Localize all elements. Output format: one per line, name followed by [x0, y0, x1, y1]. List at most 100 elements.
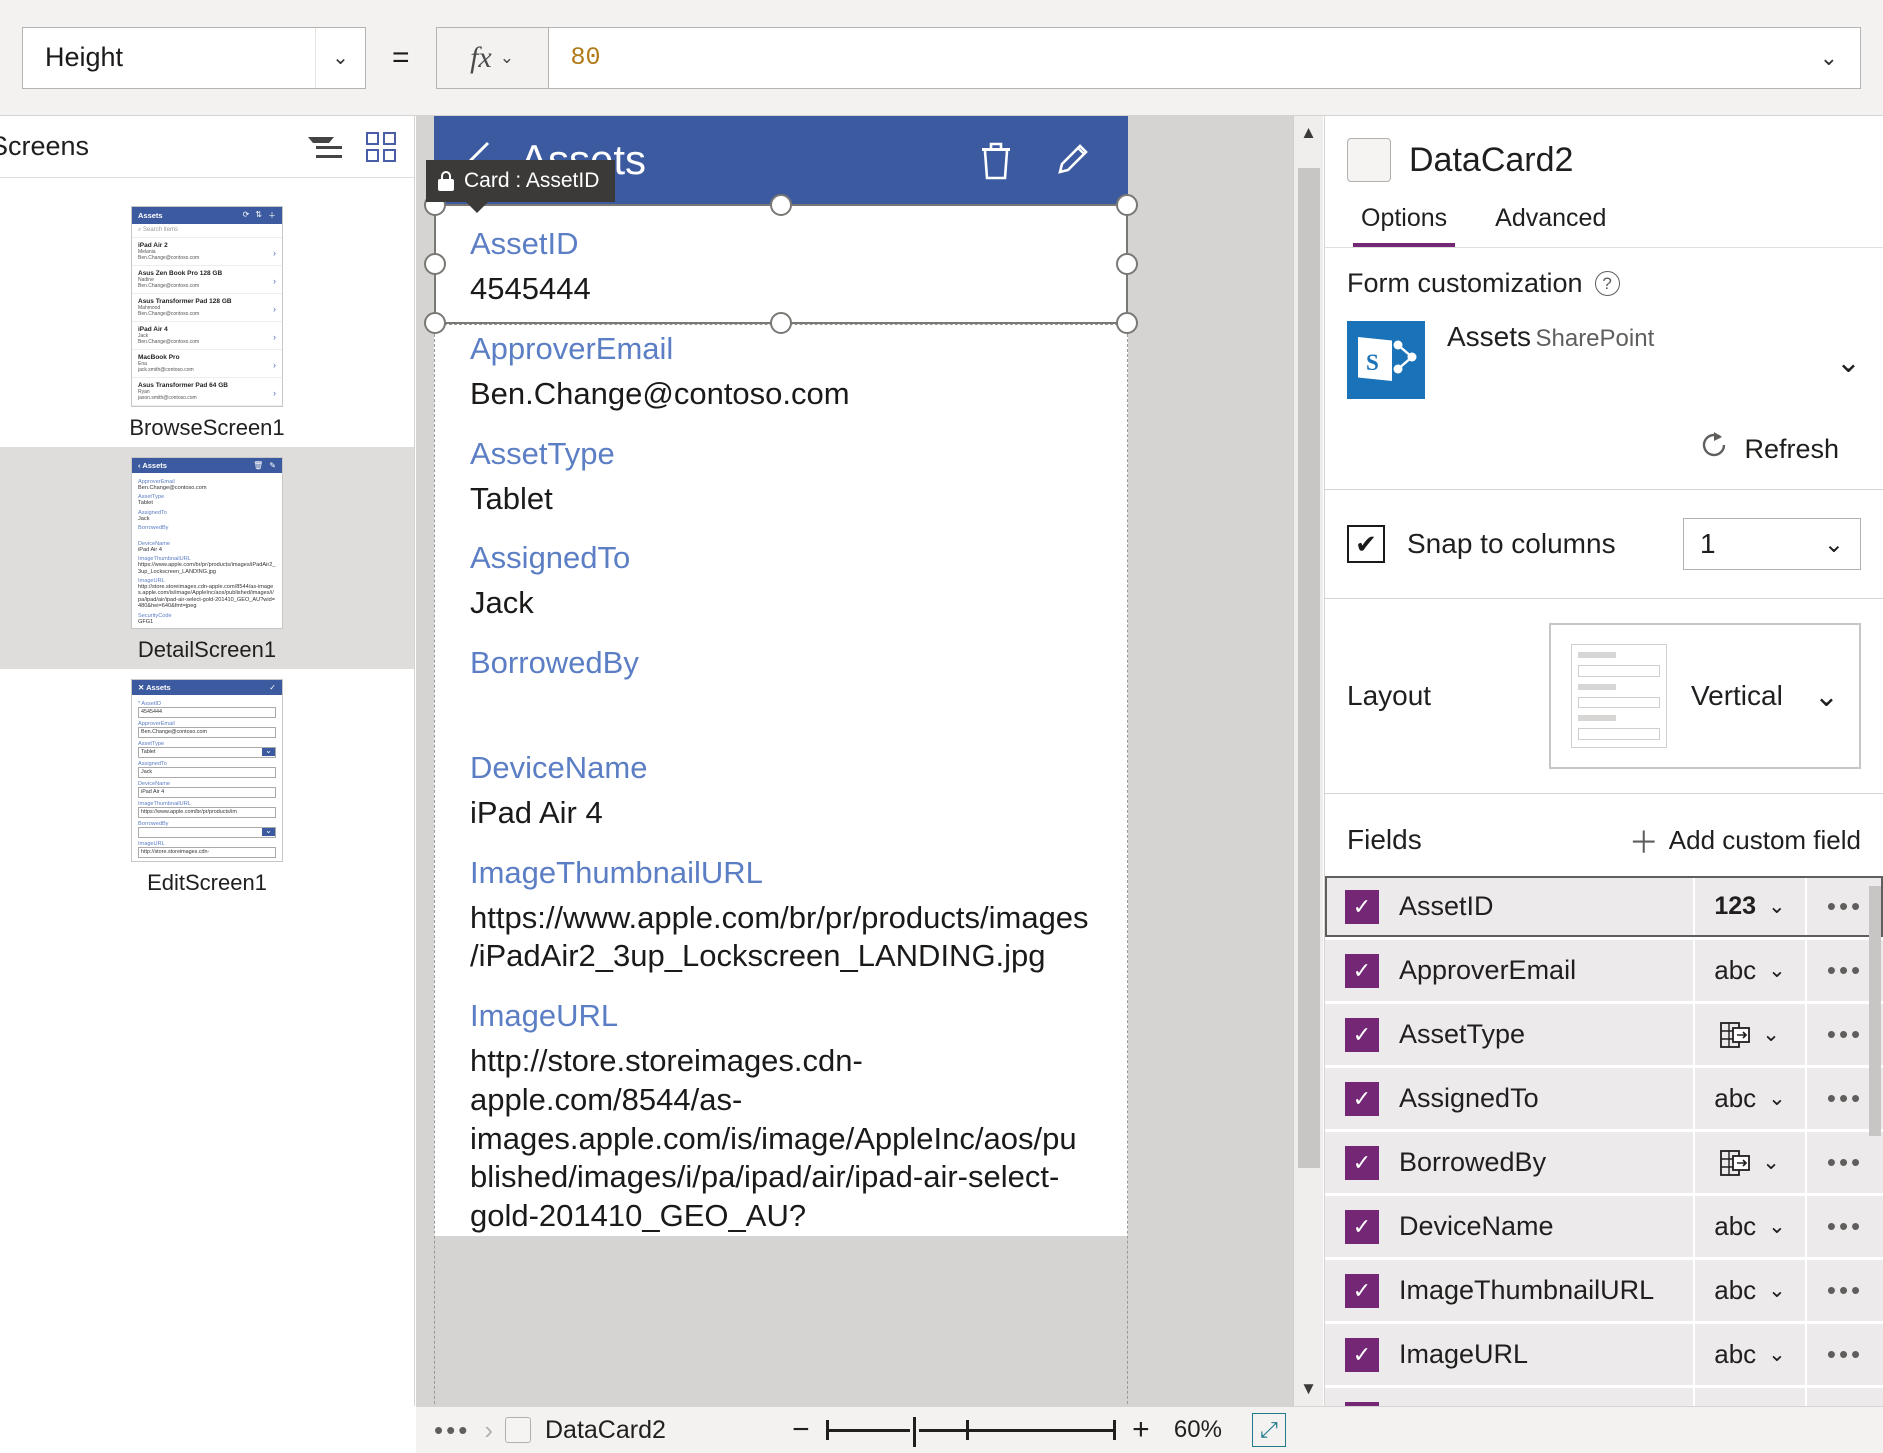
field-row-approveremail[interactable]: ✓ ApproverEmail abc ⌄ •••	[1325, 940, 1883, 1001]
zoom-slider[interactable]	[825, 1417, 1116, 1447]
property-selector[interactable]: Height ⌄	[22, 26, 366, 89]
snap-to-columns-checkbox[interactable]: ✔	[1347, 525, 1385, 563]
form-field-devicename[interactable]: DeviceName iPad Air 4	[434, 728, 1128, 833]
thumb-app-bar: ✕ Assets ✓	[132, 680, 282, 696]
data-source-row[interactable]: S Assets SharePoint ⌄	[1347, 299, 1861, 423]
form-field-assettype[interactable]: AssetType Tablet	[434, 414, 1128, 519]
field-name: ImageURL	[1399, 1339, 1529, 1369]
field-checkbox[interactable]: ✓	[1345, 1017, 1379, 1052]
chevron-down-icon[interactable]: ⌄	[1836, 321, 1861, 380]
field-checkbox[interactable]: ✓	[1345, 1209, 1379, 1244]
field-row-assettype[interactable]: ✓ AssetType ⌄ •••	[1325, 1004, 1883, 1065]
app-canvas[interactable]: Assets	[416, 116, 1323, 1406]
list-item: iPad Air 2 Melania Ben.Change@contoso.co…	[132, 238, 282, 266]
item-name: Asus Zen Book Pro 128 GB	[138, 270, 223, 277]
chevron-down-icon: ⌄	[1823, 530, 1844, 558]
form-field-assetid[interactable]: AssetID 4545444	[434, 204, 1128, 309]
field-type-select[interactable]: abc ⌄	[1693, 1260, 1805, 1321]
add-custom-field-label: Add custom field	[1668, 824, 1861, 855]
field-checkbox[interactable]: ✓	[1345, 1145, 1379, 1180]
field-type-select[interactable]: ⌄	[1693, 1004, 1805, 1065]
screen-item-edit[interactable]: ✕ Assets ✓ * AssetID 4545444 ApproverEma…	[0, 669, 414, 902]
plus-icon: ＋	[1628, 827, 1659, 860]
screen-item-browse[interactable]: Assets ⟳ ⇅ ＋ ⌕ Search items iPad Air 2 M…	[0, 196, 414, 447]
trash-icon[interactable]	[976, 138, 1016, 182]
form-customization-section: Form customization ? S Assets SharePoint…	[1325, 248, 1883, 489]
field-type-number-icon: 123	[1714, 892, 1757, 920]
field-label: ApproverEmail	[470, 330, 674, 366]
form-field-assignedto[interactable]: AssignedTo Jack	[434, 518, 1128, 623]
chevron-down-icon[interactable]: ⌄	[315, 27, 365, 88]
field-value: iPad Air 4	[138, 546, 162, 553]
field-row-assetid[interactable]: ✓ AssetID 123 ⌄ •••	[1325, 876, 1883, 937]
layout-value: Vertical	[1691, 680, 1783, 711]
field-row-imagethumbnailurl[interactable]: ✓ ImageThumbnailURL abc ⌄ •••	[1325, 1260, 1883, 1321]
thumb-gallery: iPad Air 2 Melania Ben.Change@contoso.co…	[132, 238, 282, 406]
field-type-select[interactable]: 123 ⌄	[1693, 876, 1805, 937]
refresh-row[interactable]: Refresh	[1347, 423, 1861, 489]
field-checkbox[interactable]: ✓	[1345, 953, 1379, 988]
canvas-scrollbar[interactable]: ▲ ▼	[1293, 116, 1323, 1406]
chevron-down-icon: ⌄	[1768, 959, 1786, 982]
screen-item-detail[interactable]: ‹ Assets 🗑 ✎ ApproverEmail Ben.Change@co…	[0, 447, 414, 670]
field-checkbox[interactable]: ✓	[1345, 889, 1379, 924]
field-checkbox[interactable]: ✓	[1345, 1273, 1379, 1308]
properties-panel-scrollbar[interactable]	[1867, 886, 1883, 1406]
properties-panel-title: DataCard2	[1409, 140, 1574, 179]
chevron-down-icon: ⌄	[1768, 1343, 1786, 1366]
field-value: 4545444	[470, 271, 591, 306]
field-type-select[interactable]: ⌄	[1693, 1132, 1805, 1193]
field-type-select[interactable]: abc ⌄	[1693, 1196, 1805, 1257]
phone-preview[interactable]: Assets	[434, 116, 1128, 1236]
pencil-icon[interactable]	[1052, 138, 1092, 182]
form-field-imageurl[interactable]: ImageURL http://store.storeimages.cdn-ap…	[434, 976, 1128, 1236]
add-custom-field-button[interactable]: ＋ Add custom field	[1629, 818, 1861, 862]
fit-to-screen-icon[interactable]: ⤢	[1251, 1413, 1286, 1447]
item-email: jason.smith@contoso.com	[138, 395, 197, 401]
list-item: Asus Zen Book Pro 128 GB Nadine Ben.Chan…	[132, 266, 282, 294]
field-type-select[interactable]: abc ⌄	[1693, 1324, 1805, 1385]
breadcrumb-overflow-button[interactable]: •••	[434, 1415, 470, 1446]
layout-select[interactable]: Vertical ⌄	[1549, 623, 1861, 769]
edit-screen-thumbnail[interactable]: ✕ Assets ✓ * AssetID 4545444 ApproverEma…	[131, 679, 283, 863]
zoom-out-button[interactable]: −	[782, 1413, 820, 1447]
zoom-in-button[interactable]: +	[1122, 1413, 1160, 1447]
scrollbar-thumb[interactable]	[1297, 168, 1320, 1168]
field-type-text-icon: abc	[1714, 1275, 1757, 1305]
field-type-select[interactable]: abc ⌄	[1693, 1388, 1805, 1406]
field-name: AssignedTo	[1399, 1083, 1539, 1113]
browse-screen-thumbnail[interactable]: Assets ⟳ ⇅ ＋ ⌕ Search items iPad Air 2 M…	[131, 206, 283, 407]
formula-input[interactable]: 80 ⌄	[547, 26, 1861, 89]
tab-advanced[interactable]: Advanced	[1461, 192, 1620, 247]
field-type-select[interactable]: abc ⌄	[1693, 940, 1805, 1001]
help-icon[interactable]: ?	[1594, 271, 1620, 296]
columns-count-select[interactable]: 1 ⌄	[1683, 518, 1861, 570]
zoom-control: − + 60% ⤢	[782, 1413, 1286, 1447]
fx-button[interactable]: fx ⌄	[435, 26, 548, 89]
thumbnail-grid-icon[interactable]	[366, 131, 396, 162]
scroll-up-icon[interactable]: ▲	[1294, 116, 1324, 150]
detail-screen-thumbnail[interactable]: ‹ Assets 🗑 ✎ ApproverEmail Ben.Change@co…	[131, 457, 283, 630]
field-row-borrowedby[interactable]: ✓ BorrowedBy ⌄ •••	[1325, 1132, 1883, 1193]
tab-options[interactable]: Options	[1347, 192, 1461, 247]
field-row-securitycode[interactable]: ✓ SecurityCode abc ⌄ •••	[1325, 1388, 1883, 1406]
field-row-assignedto[interactable]: ✓ AssignedTo abc ⌄ •••	[1325, 1068, 1883, 1129]
field-type-select[interactable]: abc ⌄	[1693, 1068, 1805, 1129]
field-row-imageurl[interactable]: ✓ ImageURL abc ⌄ •••	[1325, 1324, 1883, 1385]
field-row-devicename[interactable]: ✓ DeviceName abc ⌄ •••	[1325, 1196, 1883, 1257]
breadcrumb-selected-control[interactable]: DataCard2	[545, 1416, 666, 1445]
scrollbar-thumb[interactable]	[1869, 886, 1881, 1136]
field-checkbox[interactable]: ✓	[1345, 1337, 1379, 1372]
form-field-imagethumbnailurl[interactable]: ImageThumbnailURL https://www.apple.com/…	[434, 833, 1128, 977]
tree-view-icon[interactable]	[308, 132, 342, 162]
field-value	[470, 681, 1092, 728]
fields-list: ✓ AssetID 123 ⌄ ••• ✓ ApproverEmail abc …	[1325, 876, 1883, 1406]
field-checkbox[interactable]: ✓	[1345, 1081, 1379, 1116]
chevron-down-icon[interactable]: ⌄	[1820, 45, 1838, 71]
scroll-down-icon[interactable]: ▼	[1294, 1372, 1324, 1406]
form-field-approveremail[interactable]: ApproverEmail Ben.Change@contoso.com	[434, 309, 1128, 414]
field-type-text-icon: abc	[1714, 1339, 1757, 1369]
form-field-borrowedby[interactable]: BorrowedBy	[434, 623, 1128, 728]
zoom-slider-handle[interactable]	[909, 1417, 919, 1447]
thumb-app-bar: Assets ⟳ ⇅ ＋	[132, 207, 282, 224]
